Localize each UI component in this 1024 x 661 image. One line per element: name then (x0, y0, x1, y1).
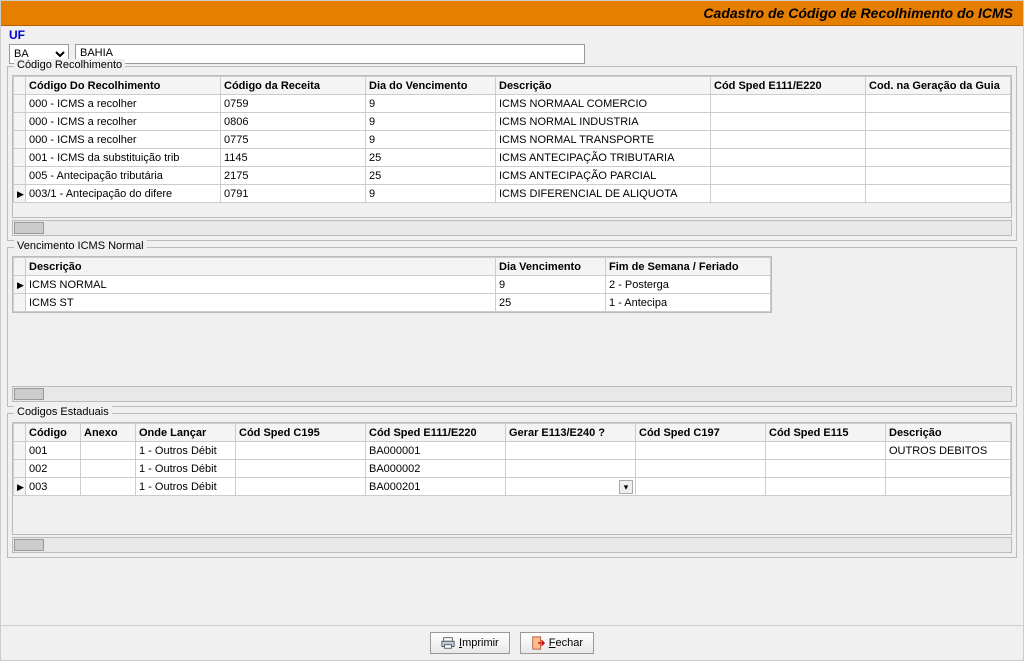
row-marker: ▶ (14, 478, 26, 496)
hscroll[interactable] (12, 220, 1012, 236)
uf-section: UF BA BAHIA (1, 26, 1023, 64)
col-gerar-e113[interactable]: Gerar E113/E240 ? (506, 424, 636, 442)
row-marker (14, 442, 26, 460)
row-marker: ▶ (14, 185, 26, 203)
vencimento-icms-table[interactable]: Descrição Dia Vencimento Fim de Semana /… (13, 257, 771, 312)
chevron-down-icon[interactable]: ▾ (619, 480, 633, 494)
table-row[interactable]: ICMS ST251 - Antecipa (14, 294, 771, 312)
close-door-icon (531, 636, 545, 650)
vencimento-icms-title: Vencimento ICMS Normal (14, 240, 147, 252)
table-row[interactable]: ▶003/1 - Antecipação do difere07919ICMS … (14, 185, 1011, 203)
col-fim-semana[interactable]: Fim de Semana / Feriado (606, 258, 771, 276)
col-sped-c197[interactable]: Cód Sped C197 (636, 424, 766, 442)
window-title: Cadastro de Código de Recolhimento do IC… (1, 1, 1023, 26)
col-cod-geracao-guia[interactable]: Cod. na Geração da Guia (866, 77, 1011, 95)
row-marker (14, 167, 26, 185)
col-descricao[interactable]: Descrição (496, 77, 711, 95)
table-row[interactable]: ▶ICMS NORMAL92 - Posterga (14, 276, 771, 294)
table-row[interactable]: ▶0031 - Outros DébitBA000201▾ (14, 478, 1011, 496)
row-marker (14, 131, 26, 149)
table-row[interactable]: 0011 - Outros DébitBA000001OUTROS DEBITO… (14, 442, 1011, 460)
table-row[interactable]: 000 - ICMS a recolher07759ICMS NORMAL TR… (14, 131, 1011, 149)
print-label: Imprimir (459, 637, 499, 649)
col-codigo3[interactable]: Código (26, 424, 81, 442)
col-descricao2[interactable]: Descrição (26, 258, 496, 276)
row-marker (14, 149, 26, 167)
row-marker (14, 113, 26, 131)
dropdown-cell[interactable]: ▾ (506, 478, 636, 496)
codigos-estaduais-group: Codigos Estaduais Código Anexo Onde Lanç… (7, 413, 1017, 558)
footer: Imprimir Fechar (1, 625, 1023, 660)
uf-label: UF (9, 28, 1015, 42)
codigo-recolhimento-table[interactable]: Código Do Recolhimento Código da Receita… (13, 76, 1011, 203)
col-onde-lancar[interactable]: Onde Lançar (136, 424, 236, 442)
hscroll[interactable] (12, 386, 1012, 402)
uf-name-field[interactable]: BAHIA (75, 44, 585, 64)
codigos-estaduais-table[interactable]: Código Anexo Onde Lançar Cód Sped C195 C… (13, 423, 1011, 496)
row-marker (14, 460, 26, 478)
row-marker: ▶ (14, 276, 26, 294)
printer-icon (441, 636, 455, 650)
window: Cadastro de Código de Recolhimento do IC… (0, 0, 1024, 661)
row-marker (14, 294, 26, 312)
col-sped-c195[interactable]: Cód Sped C195 (236, 424, 366, 442)
hscroll[interactable] (12, 537, 1012, 553)
close-button[interactable]: Fechar (520, 632, 594, 654)
codigos-estaduais-title: Codigos Estaduais (14, 406, 112, 418)
col-dia-vencimento2[interactable]: Dia Vencimento (496, 258, 606, 276)
col-codigo-receita[interactable]: Código da Receita (221, 77, 366, 95)
table-row[interactable]: 000 - ICMS a recolher08069ICMS NORMAL IN… (14, 113, 1011, 131)
vencimento-icms-group: Vencimento ICMS Normal Descrição Dia Ven… (7, 247, 1017, 407)
col-anexo[interactable]: Anexo (81, 424, 136, 442)
table-row[interactable]: 005 - Antecipação tributária217525ICMS A… (14, 167, 1011, 185)
codigo-recolhimento-title: Código Recolhimento (14, 59, 125, 71)
col-codigo-recolhimento[interactable]: Código Do Recolhimento (26, 77, 221, 95)
col-cod-sped-e111[interactable]: Cód Sped E111/E220 (711, 77, 866, 95)
col-sped-e111-3[interactable]: Cód Sped E111/E220 (366, 424, 506, 442)
col-descricao3[interactable]: Descrição (886, 424, 1011, 442)
row-marker (14, 95, 26, 113)
table-row[interactable]: 0021 - Outros DébitBA000002 (14, 460, 1011, 478)
table-row[interactable]: 001 - ICMS da substituição trib114525ICM… (14, 149, 1011, 167)
codigo-recolhimento-group: Código Recolhimento Código Do Recolhimen… (7, 66, 1017, 241)
col-dia-vencimento[interactable]: Dia do Vencimento (366, 77, 496, 95)
col-sped-e115[interactable]: Cód Sped E115 (766, 424, 886, 442)
close-label: Fechar (549, 637, 583, 649)
table-row[interactable]: 000 - ICMS a recolher07599ICMS NORMAAL C… (14, 95, 1011, 113)
print-button[interactable]: Imprimir (430, 632, 510, 654)
